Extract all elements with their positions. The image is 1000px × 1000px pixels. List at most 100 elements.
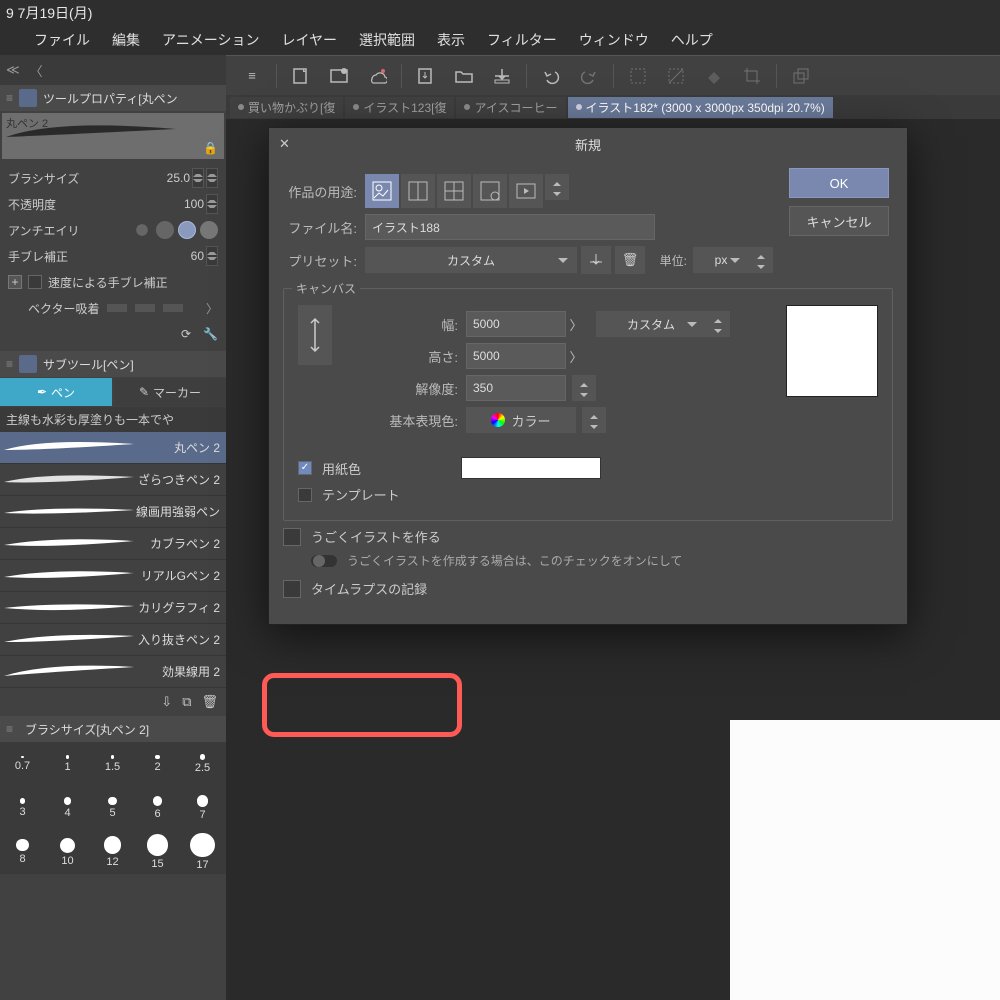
select-all-icon[interactable] [624, 62, 652, 90]
ok-button[interactable]: OK [789, 168, 889, 198]
trash-icon[interactable]: 🗑 [201, 694, 218, 710]
download-icon[interactable]: ⇩ [161, 694, 172, 710]
crop-icon[interactable] [738, 62, 766, 90]
colormode-spin[interactable] [582, 407, 606, 433]
fill-icon[interactable] [700, 62, 728, 90]
menu-icon[interactable]: ≡ [238, 62, 266, 90]
width-input[interactable] [466, 311, 566, 337]
canvas-area[interactable] [730, 720, 1000, 1000]
deselect-icon[interactable] [662, 62, 690, 90]
menu-item[interactable]: 選択範囲 [359, 30, 415, 50]
menu-item[interactable]: ファイル [34, 30, 90, 50]
brush-size-cell[interactable]: 1 [45, 742, 90, 786]
filename-input[interactable] [365, 214, 655, 240]
speed-stabil-checkbox[interactable] [28, 275, 42, 289]
reset-icon[interactable]: ⟳ [181, 327, 191, 341]
brush-size-value[interactable]: 25.0 [167, 171, 190, 185]
duplicate-icon[interactable]: ⧉ [182, 694, 191, 710]
preset-select[interactable]: カスタム [365, 247, 577, 273]
menu-item[interactable]: 表示 [437, 30, 465, 50]
chevron-right-icon[interactable]: 〉 [206, 300, 218, 317]
spin-icon[interactable] [192, 168, 204, 188]
animation-checkbox[interactable] [283, 528, 301, 546]
back-icon[interactable]: 〈 [30, 61, 43, 80]
subtool-tab-pen[interactable]: ✒ペン [0, 378, 112, 406]
expand-icon[interactable]: + [8, 275, 22, 289]
brush-item[interactable]: 入り抜きペン 2 [0, 624, 226, 656]
paper-color-checkbox[interactable] [298, 461, 312, 475]
lock-icon[interactable]: 🔒 [203, 141, 218, 155]
brush-size-cell[interactable]: 10 [45, 830, 90, 874]
import-icon[interactable] [412, 62, 440, 90]
close-icon[interactable]: ✕ [279, 136, 295, 152]
wrench-icon[interactable]: 🔧 [203, 327, 218, 341]
purpose-illustration-icon[interactable] [365, 174, 399, 208]
brush-size-cell[interactable]: 12 [90, 830, 135, 874]
size-preset-spin[interactable] [706, 311, 730, 337]
cloud-icon[interactable] [363, 62, 391, 90]
doc-tab[interactable]: 買い物かぶり[復 [230, 97, 343, 118]
doc-tab[interactable]: イラスト123[復 [345, 97, 454, 118]
save-preset-icon[interactable] [581, 246, 611, 274]
unit-spin[interactable] [749, 247, 773, 273]
menu-item[interactable]: フィルター [487, 30, 557, 50]
spin-icon[interactable] [206, 168, 218, 188]
unit-select[interactable]: px [693, 247, 749, 273]
brush-item[interactable]: 丸ペン 2 [0, 432, 226, 464]
subtool-tab-marker[interactable]: ✎マーカー [114, 378, 226, 406]
height-input[interactable] [466, 343, 566, 369]
menu-item[interactable]: 編集 [112, 30, 140, 50]
resolution-spin[interactable] [572, 375, 596, 401]
brush-preview[interactable]: 丸ペン 2 🔒 [2, 113, 224, 159]
spin-icon[interactable] [206, 246, 218, 266]
purpose-comic-icon[interactable] [401, 174, 435, 208]
open-folder-icon[interactable] [450, 62, 478, 90]
brush-size-cell[interactable]: 5 [90, 786, 135, 830]
spin-icon[interactable] [206, 194, 218, 214]
brush-size-cell[interactable]: 0.7 [0, 742, 45, 786]
purpose-settings-icon[interactable] [473, 174, 507, 208]
resolution-input[interactable] [466, 375, 566, 401]
menu-item[interactable]: ヘルプ [671, 30, 713, 50]
brush-size-cell[interactable]: 7 [180, 786, 225, 830]
undo-icon[interactable] [537, 62, 565, 90]
menu-item[interactable]: レイヤー [281, 30, 337, 50]
brush-size-cell[interactable]: 2 [135, 742, 180, 786]
brush-size-cell[interactable]: 1.5 [90, 742, 135, 786]
doc-tab[interactable]: アイスコーヒー [456, 97, 565, 118]
new-canvas-icon[interactable] [325, 62, 353, 90]
brush-size-cell[interactable]: 8 [0, 830, 45, 874]
save-icon[interactable] [488, 62, 516, 90]
menu-item[interactable]: ウィンドウ [579, 30, 649, 50]
colormode-select[interactable]: カラー [466, 407, 576, 433]
brush-size-cell[interactable]: 3 [0, 786, 45, 830]
swap-orientation-icon[interactable] [298, 305, 332, 365]
collapse-icon[interactable]: ≪ [6, 62, 20, 78]
brush-size-cell[interactable]: 17 [180, 830, 225, 874]
brush-item[interactable]: カブラペン 2 [0, 528, 226, 560]
new-doc-icon[interactable] [287, 62, 315, 90]
brush-item[interactable]: カリグラフィ 2 [0, 592, 226, 624]
chevron-right-icon[interactable]: 〉 [566, 346, 586, 366]
scale-icon[interactable] [787, 62, 815, 90]
menu-item[interactable]: アニメーション [162, 30, 259, 50]
chevron-right-icon[interactable]: 〉 [566, 314, 586, 334]
antialias-options[interactable] [132, 220, 218, 240]
brush-size-cell[interactable]: 15 [135, 830, 180, 874]
size-preset-select[interactable]: カスタム [596, 311, 706, 337]
redo-icon[interactable] [575, 62, 603, 90]
purpose-spin[interactable] [545, 174, 569, 200]
brush-item[interactable]: 効果線用 2 [0, 656, 226, 688]
brush-size-cell[interactable]: 4 [45, 786, 90, 830]
toggle-icon[interactable] [311, 553, 337, 569]
cancel-button[interactable]: キャンセル [789, 206, 889, 236]
stabilization-value[interactable]: 60 [191, 249, 204, 263]
purpose-animation-icon[interactable] [509, 174, 543, 208]
opacity-value[interactable]: 100 [184, 197, 204, 211]
template-checkbox[interactable] [298, 488, 312, 502]
brush-size-cell[interactable]: 2.5 [180, 742, 225, 786]
purpose-grid-icon[interactable] [437, 174, 471, 208]
delete-preset-icon[interactable]: 🗑 [615, 246, 645, 274]
brush-size-cell[interactable]: 6 [135, 786, 180, 830]
doc-tab-active[interactable]: イラスト182* (3000 x 3000px 350dpi 20.7%) [568, 97, 833, 118]
